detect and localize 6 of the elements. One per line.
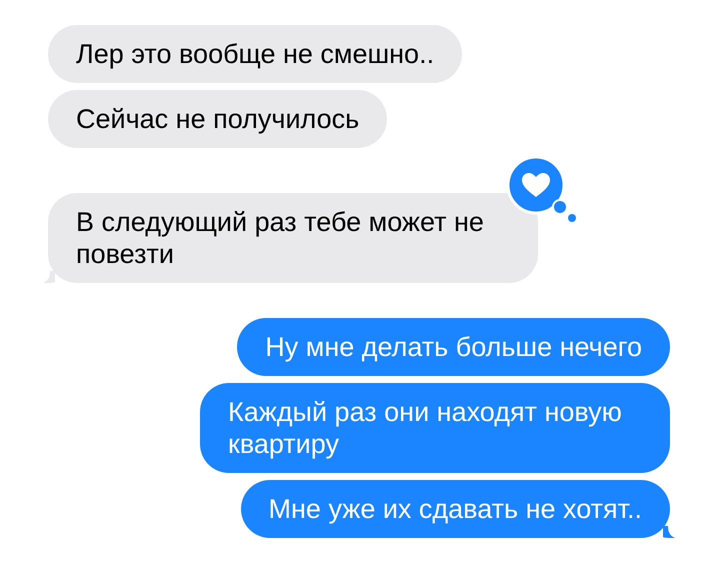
message-bubble: В следующий раз тебе может не повезти bbox=[48, 193, 538, 283]
message-bubble: Мне уже их сдавать не хотят.. bbox=[240, 480, 670, 538]
message-bubble: Сейчас не получилось bbox=[48, 90, 388, 148]
message-bubble: Каждый раз они находят новую квартиру bbox=[200, 383, 670, 473]
message-bubble: Ну мне делать больше нечего bbox=[237, 318, 670, 376]
message-bubble: Лер это вообще не смешно.. bbox=[48, 25, 462, 83]
